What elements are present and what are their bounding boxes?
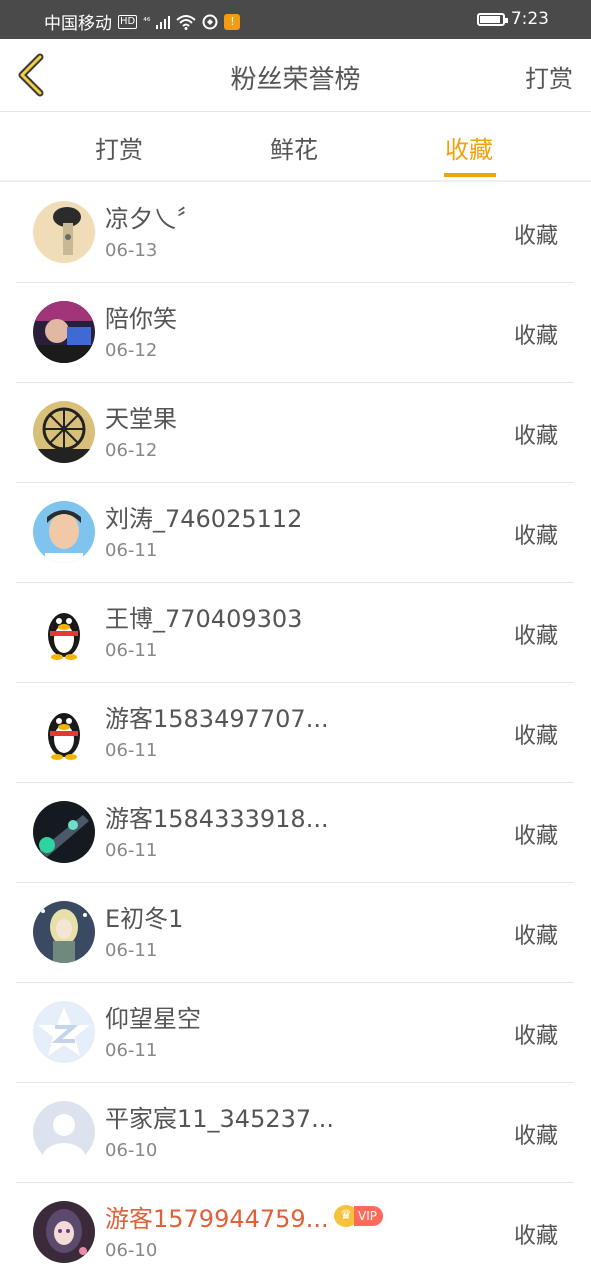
favorite-label: 收藏 — [513, 1024, 558, 1049]
user-name: 王博_770409303 — [105, 605, 303, 633]
clock: 7:23 — [510, 9, 549, 29]
list-item[interactable]: 王博_770409303 06-11 收藏 — [16, 582, 574, 683]
list-item[interactable]: 凉夕乀〞 06-13 收藏 — [16, 182, 574, 283]
page-title: 粉丝荣誉榜 — [230, 65, 361, 95]
favorite-label: 收藏 — [513, 324, 558, 349]
user-date: 06-11 — [105, 940, 158, 961]
favorite-label: 收藏 — [513, 424, 558, 449]
list-item[interactable]: 仰望星空 06-11 收藏 — [16, 982, 574, 1083]
favorite-label: 收藏 — [513, 224, 558, 249]
user-date: 06-11 — [105, 1040, 158, 1061]
list-item[interactable]: E初冬1 06-11 收藏 — [16, 882, 574, 983]
list-item[interactable]: 游客1583497707... 06-11 收藏 — [16, 682, 574, 783]
favorite-label: 收藏 — [513, 824, 558, 849]
active-tab-indicator — [444, 173, 496, 177]
tab-flowers[interactable]: 鲜花 — [270, 130, 318, 165]
favorite-label: 收藏 — [513, 624, 558, 649]
nav-bar: 粉丝荣誉榜 打赏 — [0, 39, 591, 112]
list-item[interactable]: 陪你笑 06-12 收藏 — [16, 282, 574, 383]
qq-penguin-icon[interactable] — [33, 701, 95, 763]
user-date: 06-12 — [105, 340, 158, 361]
notification-alert-icon: ! — [224, 13, 241, 30]
reward-button[interactable]: 打赏 — [525, 59, 573, 94]
user-date: 06-12 — [105, 440, 158, 461]
signal-icon: ⁴⁶ — [143, 16, 151, 27]
wifi-icon — [176, 14, 197, 30]
hd-icon: HD — [118, 14, 138, 29]
list-item[interactable]: 天堂果 06-12 收藏 — [16, 382, 574, 483]
user-date: 06-10 — [105, 1140, 158, 1161]
battery-icon — [476, 12, 508, 26]
user-name: 刘涛_746025112 — [105, 505, 303, 533]
avatar[interactable] — [33, 501, 95, 563]
favorite-label: 收藏 — [513, 924, 558, 949]
tab-favorites[interactable]: 收藏 — [445, 130, 493, 165]
vip-label: VIP — [354, 1206, 383, 1226]
user-date: 06-11 — [105, 740, 158, 761]
user-name: 游客1583497707... — [105, 705, 329, 733]
user-name: 天堂果 — [105, 405, 177, 433]
signal-bars-icon — [156, 15, 171, 29]
user-name: 游客1579944759... — [105, 1205, 329, 1233]
list-item[interactable]: 平家宸11_345237... 06-10 收藏 — [16, 1082, 574, 1183]
default-avatar-icon[interactable] — [33, 1101, 95, 1163]
list-item[interactable]: 游客1579944759... ♛ VIP 06-10 收藏 — [16, 1182, 574, 1282]
sync-icon — [202, 14, 218, 29]
list-item[interactable]: 游客1584333918... 06-11 收藏 — [16, 782, 574, 883]
list-item[interactable]: 刘涛_746025112 06-11 收藏 — [16, 482, 574, 583]
user-date: 06-11 — [105, 640, 158, 661]
favorite-label: 收藏 — [513, 1124, 558, 1149]
favorite-label: 收藏 — [513, 524, 558, 549]
user-name: 仰望星空 — [105, 1005, 201, 1033]
user-date: 06-13 — [105, 240, 158, 261]
avatar[interactable] — [33, 401, 95, 463]
carrier-label: 中国移动 — [44, 14, 112, 34]
qzone-star-icon[interactable] — [33, 1001, 95, 1063]
user-name: 凉夕乀〞 — [105, 205, 201, 233]
avatar[interactable] — [33, 1201, 95, 1263]
avatar[interactable] — [33, 901, 95, 963]
user-name: 陪你笑 — [105, 305, 177, 333]
avatar[interactable] — [33, 301, 95, 363]
status-bar: 中国移动 HD ⁴⁶ ! 7:23 — [0, 0, 591, 39]
user-name: 平家宸11_345237... — [105, 1105, 335, 1133]
user-date: 06-11 — [105, 540, 158, 561]
tab-reward[interactable]: 打赏 — [95, 130, 143, 165]
tab-bar: 打赏 鲜花 收藏 — [0, 112, 591, 182]
favorite-label: 收藏 — [513, 724, 558, 749]
user-name: 游客1584333918... — [105, 805, 329, 833]
user-date: 06-10 — [105, 1240, 158, 1261]
avatar[interactable] — [33, 801, 95, 863]
user-name: E初冬1 — [105, 905, 184, 933]
favorite-label: 收藏 — [513, 1224, 558, 1249]
vip-badge: ♛ VIP — [334, 1205, 383, 1227]
avatar[interactable] — [33, 201, 95, 263]
qq-penguin-icon[interactable] — [33, 601, 95, 663]
user-date: 06-11 — [105, 840, 158, 861]
